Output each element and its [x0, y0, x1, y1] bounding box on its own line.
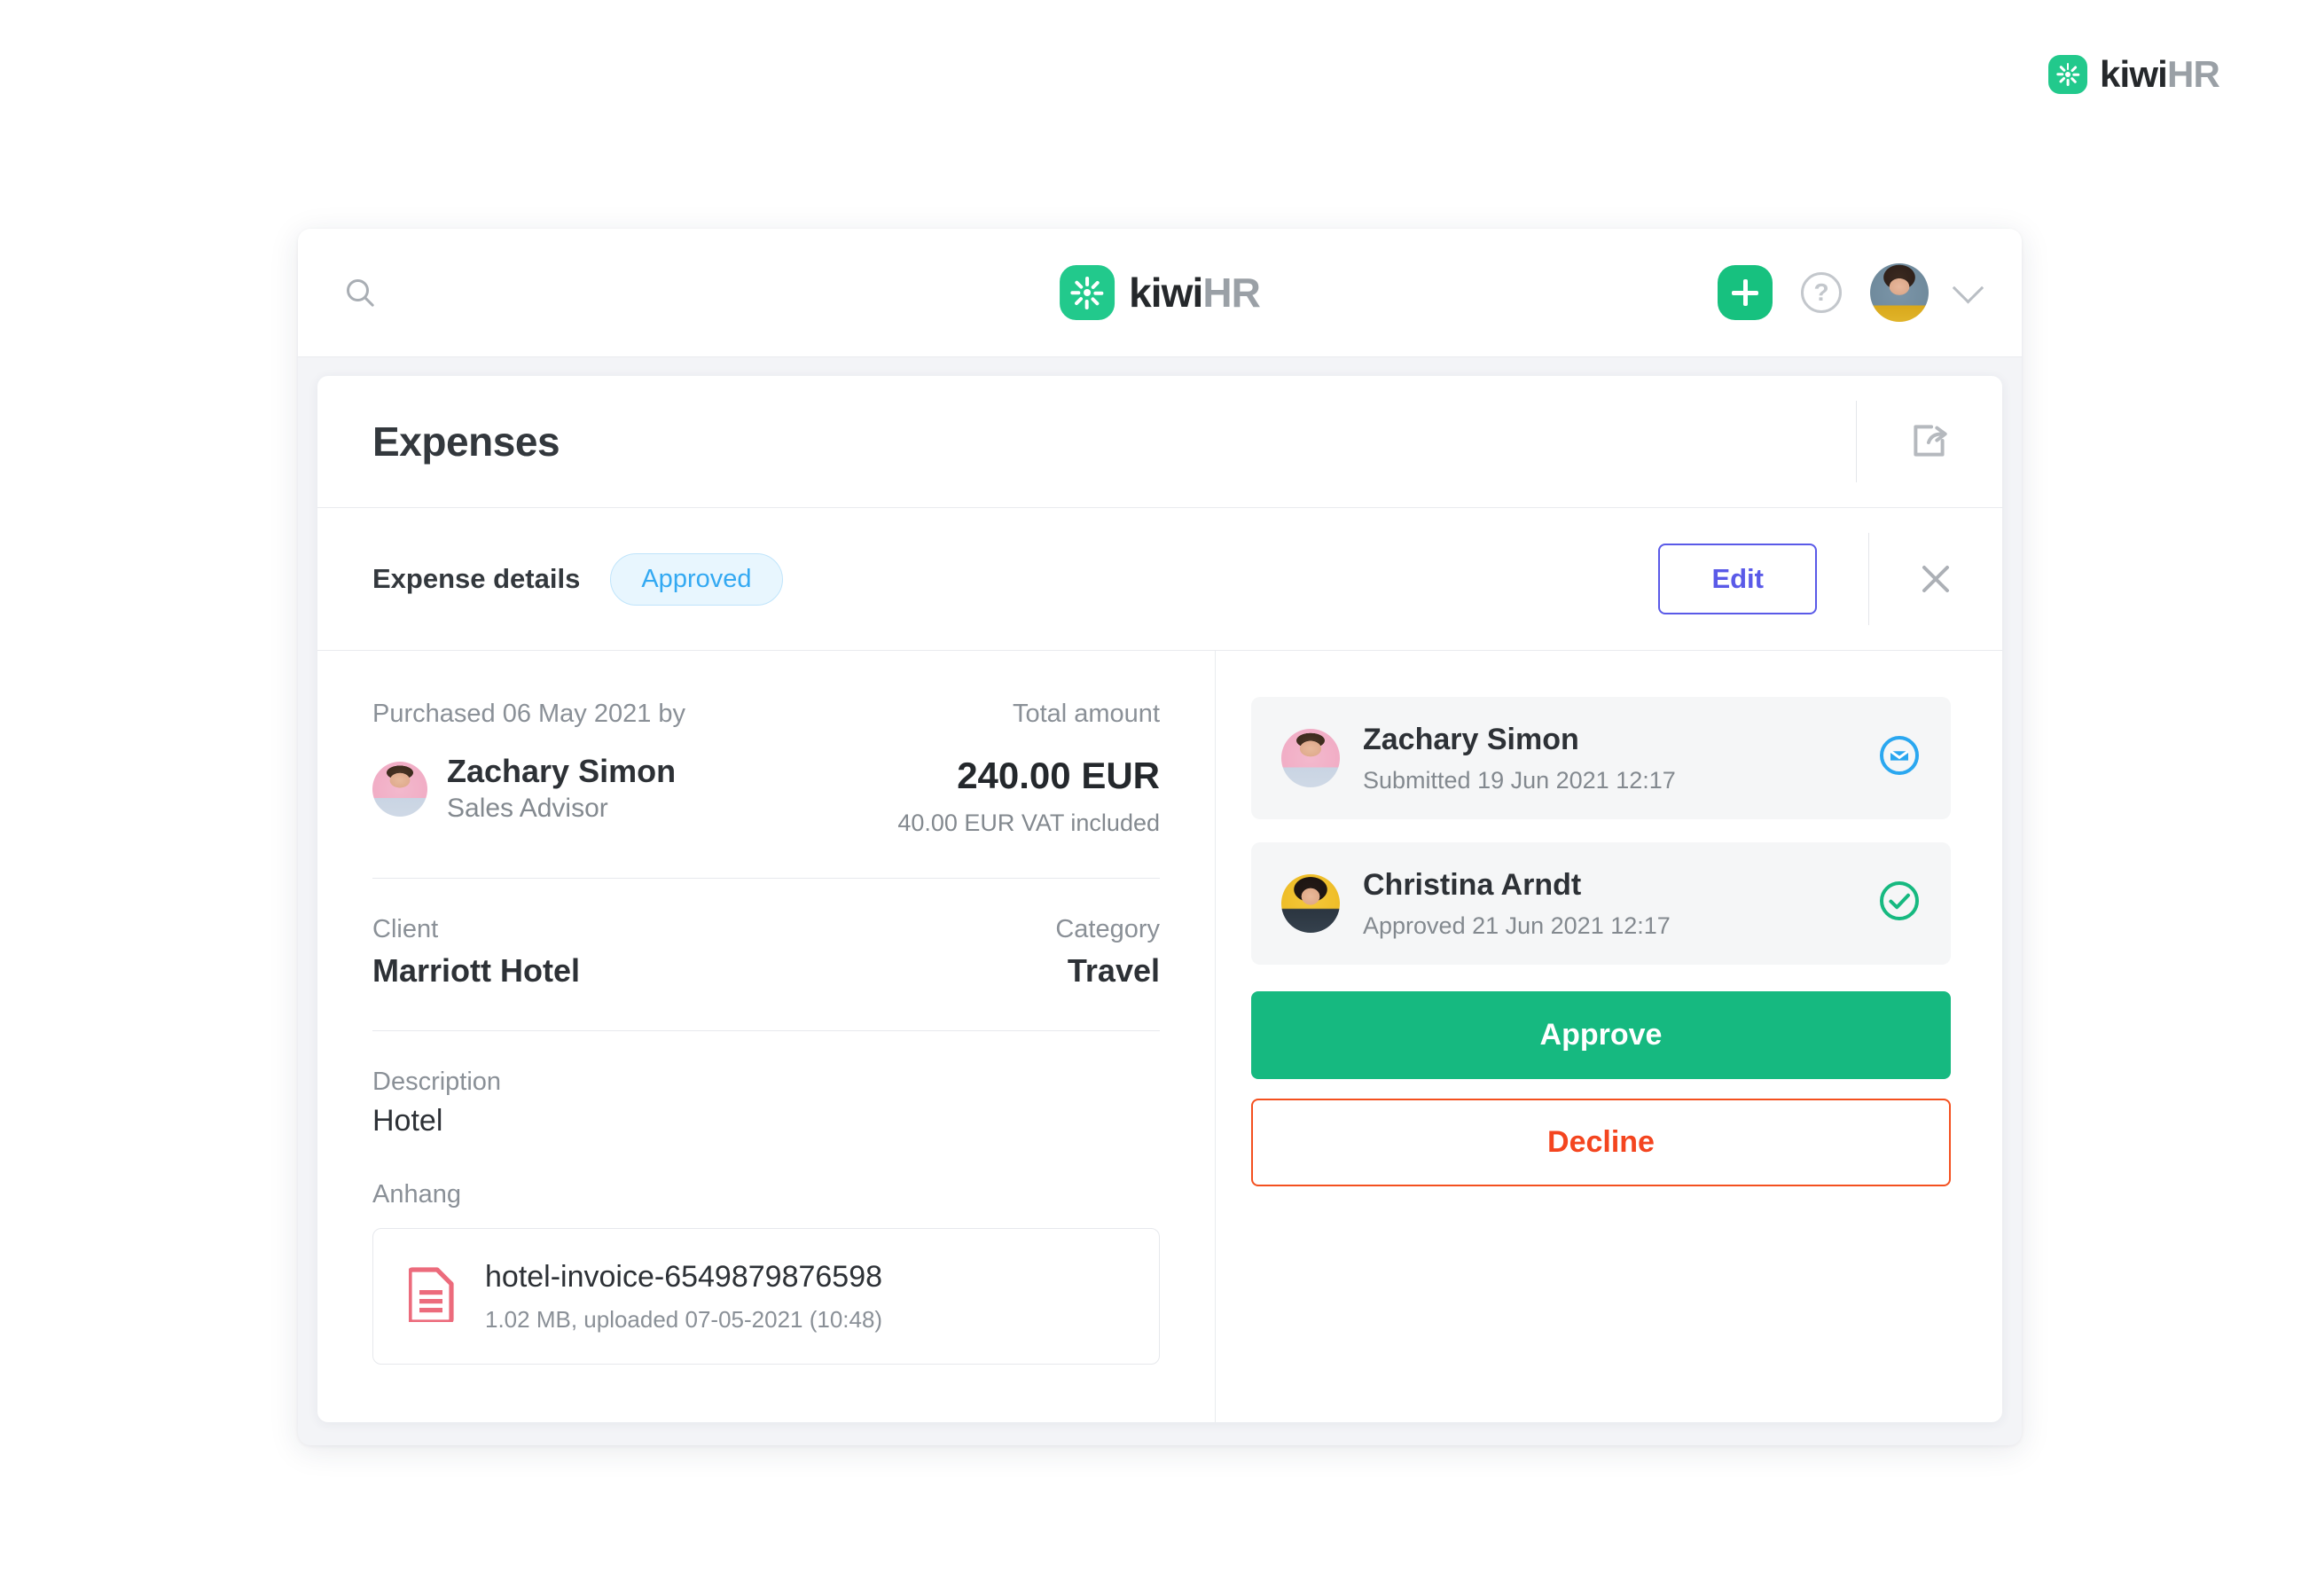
purchaser-role: Sales Advisor: [447, 794, 608, 824]
brand-name-secondary: HR: [1202, 270, 1261, 316]
expenses-card: Expenses Expense details Approved Edit P…: [317, 376, 2002, 1422]
card-header: Expenses: [317, 376, 2002, 508]
page-title: Expenses: [372, 419, 560, 465]
plus-icon: [1732, 279, 1758, 306]
decline-button[interactable]: Decline: [1251, 1098, 1951, 1186]
category-block: Category Travel: [1055, 914, 1160, 990]
brand-wordmark: kiwiHR: [1129, 270, 1261, 316]
attachment-name: hotel-invoice-6549879876598: [485, 1260, 883, 1295]
description-block: Description Hotel: [372, 1067, 1160, 1139]
status-badge[interactable]: Approved: [610, 552, 783, 606]
total-amount-label: Total amount: [1012, 700, 1160, 728]
detail-subheader: Expense details Approved Edit: [317, 508, 2002, 651]
avatar: [1281, 873, 1340, 933]
attachment-meta: 1.02 MB, uploaded 07-05-2021 (10:48): [485, 1305, 883, 1333]
category-label: Category: [1055, 914, 1160, 943]
approval-info: Christina Arndt Approved 21 Jun 2021 12:…: [1363, 867, 1878, 940]
brand-name-primary: kiwi: [1129, 270, 1203, 316]
purchase-summary-row: Purchased 06 May 2021 by Zachary Simon S…: [372, 699, 1160, 837]
add-button[interactable]: [1718, 265, 1773, 320]
edit-button[interactable]: Edit: [1658, 544, 1817, 614]
topbar-actions: ?: [1718, 263, 1984, 322]
kiwi-logo-icon: [2048, 55, 2087, 94]
check-circle-icon: [1878, 880, 1921, 927]
avatar: [1281, 728, 1340, 787]
approval-column: Zachary Simon Submitted 19 Jun 2021 12:1…: [1216, 651, 2002, 1422]
client-category-row: Client Marriott Hotel Category Travel: [372, 914, 1160, 990]
page-brand-logo: kiwiHR: [2048, 53, 2220, 95]
avatar: [372, 761, 427, 817]
divider: [372, 877, 1160, 879]
help-icon[interactable]: ?: [1801, 272, 1842, 313]
close-x-icon[interactable]: [1869, 508, 2002, 650]
card-header-actions: [1856, 376, 2002, 507]
avatar[interactable]: [1870, 263, 1929, 322]
chevron-down-icon[interactable]: [1952, 271, 1984, 304]
approver-status-text: Approved 21 Jun 2021 12:17: [1363, 911, 1671, 939]
approver-status-text: Submitted 19 Jun 2021 12:17: [1363, 766, 1676, 794]
approve-button[interactable]: Approve: [1251, 990, 1951, 1079]
attachment-info: hotel-invoice-6549879876598 1.02 MB, upl…: [485, 1259, 882, 1334]
expense-details-column: Purchased 06 May 2021 by Zachary Simon S…: [317, 651, 1215, 1422]
description-value: Hotel: [372, 1104, 443, 1138]
approval-info: Zachary Simon Submitted 19 Jun 2021 12:1…: [1363, 722, 1878, 794]
approval-row-submitted[interactable]: Zachary Simon Submitted 19 Jun 2021 12:1…: [1251, 697, 1951, 819]
search-icon[interactable]: [337, 270, 383, 316]
purchaser: Zachary Simon Sales Advisor: [372, 753, 685, 825]
divider: [372, 1029, 1160, 1031]
purchaser-block: Purchased 06 May 2021 by Zachary Simon S…: [372, 699, 685, 825]
category-value: Travel: [1067, 951, 1160, 989]
app-brand-logo[interactable]: kiwiHR: [1060, 265, 1261, 320]
client-value: Marriott Hotel: [372, 951, 580, 989]
envelope-circle-icon: [1878, 734, 1921, 781]
attachment-label: Anhang: [372, 1180, 461, 1209]
vat-note: 40.00 EUR VAT included: [897, 809, 1160, 836]
detail-subheader-left: Expense details Approved: [372, 552, 783, 606]
client-block: Client Marriott Hotel: [372, 914, 580, 990]
description-label: Description: [372, 1067, 502, 1096]
app-window: kiwiHR ? Expenses Expense details Approv…: [298, 229, 2022, 1445]
detail-body: Purchased 06 May 2021 by Zachary Simon S…: [317, 651, 2002, 1422]
detail-title: Expense details: [372, 563, 581, 594]
export-share-icon[interactable]: [1857, 376, 2002, 507]
app-topbar: kiwiHR ?: [298, 229, 2022, 357]
approval-row-approved[interactable]: Christina Arndt Approved 21 Jun 2021 12:…: [1251, 841, 1951, 965]
purchaser-name: Zachary Simon: [447, 752, 677, 789]
client-label: Client: [372, 914, 439, 943]
approver-name: Christina Arndt: [1363, 867, 1582, 902]
brand-wordmark: kiwiHR: [2100, 53, 2220, 95]
attachment-card[interactable]: hotel-invoice-6549879876598 1.02 MB, upl…: [372, 1228, 1160, 1365]
document-file-icon: [407, 1266, 455, 1326]
kiwi-logo-icon: [1060, 265, 1115, 320]
total-amount-block: Total amount 240.00 EUR 40.00 EUR VAT in…: [897, 699, 1160, 837]
brand-name-secondary: HR: [2167, 53, 2220, 95]
detail-subheader-actions: Edit: [1658, 508, 2002, 650]
total-amount-value: 240.00 EUR: [957, 754, 1160, 796]
brand-name-primary: kiwi: [2100, 53, 2168, 95]
purchased-label: Purchased 06 May 2021 by: [372, 700, 686, 728]
approver-name: Zachary Simon: [1363, 723, 1579, 756]
